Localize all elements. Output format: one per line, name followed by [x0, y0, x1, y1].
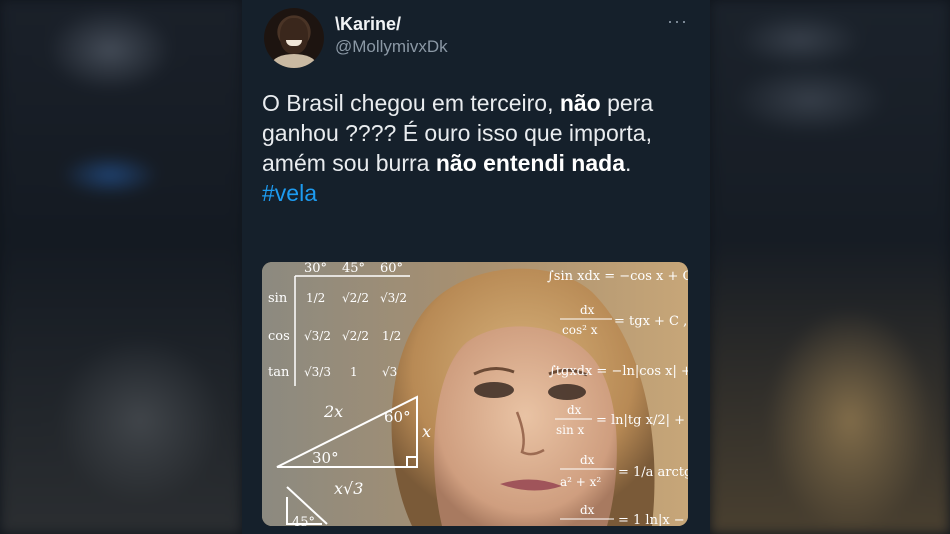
more-options-icon[interactable]: ···: [667, 11, 688, 32]
formula-denominator: cos² x: [562, 323, 598, 337]
triangle-angle-top: 60°: [384, 408, 411, 426]
formula-numerator: dx: [580, 303, 595, 317]
blurred-background-left: [0, 0, 242, 534]
triangle-corner-angle: 45°: [292, 515, 315, 526]
formula-numerator: dx: [580, 453, 595, 467]
tweet-image[interactable]: 30° 45° 60° sin cos tan 1/2 √2/2 √3/2 √3…: [262, 262, 688, 526]
hashtag-link[interactable]: #vela: [262, 180, 317, 206]
triangle-side-label: x: [422, 422, 431, 441]
screenshot-stage: \Karine/ @MollymivxDk ··· O Brasil chego…: [0, 0, 950, 534]
formula: = 1 ln|x −: [618, 513, 685, 526]
tweet-text-part: O Brasil chegou em terceiro,: [262, 90, 560, 116]
table-cell: 1: [350, 365, 358, 379]
table-cell: 1/2: [306, 291, 325, 305]
meme-eye-left: [474, 382, 514, 398]
table-header: 30°: [304, 262, 327, 276]
meme-face: [434, 326, 617, 526]
user-handle[interactable]: @MollymivxDk: [335, 37, 448, 57]
tweet-text-bold: não: [559, 90, 601, 116]
tweet-text-bold: não entendi nada: [435, 150, 625, 176]
formula: ∫tgxdx = −ln|cos x| +: [549, 364, 688, 379]
tweet-text-part: .: [625, 150, 632, 176]
formula-numerator: dx: [580, 503, 595, 517]
table-cell: √3/3: [304, 365, 331, 379]
triangle-hyp-label: 2x: [323, 402, 343, 421]
formula-numerator: dx: [567, 403, 582, 417]
avatar[interactable]: [264, 8, 324, 68]
row-label-tan: tan: [268, 365, 290, 380]
formula: = 1/a arctg x/a: [618, 465, 688, 480]
table-header: 60°: [380, 262, 403, 276]
display-name[interactable]: \Karine/: [335, 14, 401, 35]
avatar-face: [280, 18, 308, 54]
table-header: 45°: [342, 262, 365, 276]
row-label-sin: sin: [268, 291, 288, 306]
formula: ∫sin xdx = −cos x + C: [547, 269, 688, 284]
tweet-card[interactable]: \Karine/ @MollymivxDk ··· O Brasil chego…: [242, 0, 710, 534]
triangle-angle-left: 30°: [312, 449, 339, 467]
table-cell: 1/2: [382, 329, 401, 343]
avatar-shirt: [272, 54, 316, 68]
table-cell: √2/2: [342, 291, 369, 305]
table-cell: √3/2: [380, 291, 407, 305]
formula-denominator: a² + x²: [560, 475, 601, 489]
table-cell: √3/2: [304, 329, 331, 343]
table-cell: √3: [382, 365, 397, 379]
table-cell: √2/2: [342, 329, 369, 343]
formula: = tgx + C ,: [614, 314, 687, 329]
formula-denominator: sin x: [556, 423, 585, 437]
tweet-text: O Brasil chegou em terceiro, não pera ga…: [262, 88, 702, 208]
blurred-background-right: [710, 0, 950, 534]
triangle-base-label: x√3: [334, 479, 363, 498]
meme-eye-right: [548, 384, 586, 400]
meme-image: 30° 45° 60° sin cos tan 1/2 √2/2 √3/2 √3…: [262, 262, 688, 526]
row-label-cos: cos: [268, 329, 290, 344]
formula: = ln|tg x/2| + C: [596, 413, 688, 428]
